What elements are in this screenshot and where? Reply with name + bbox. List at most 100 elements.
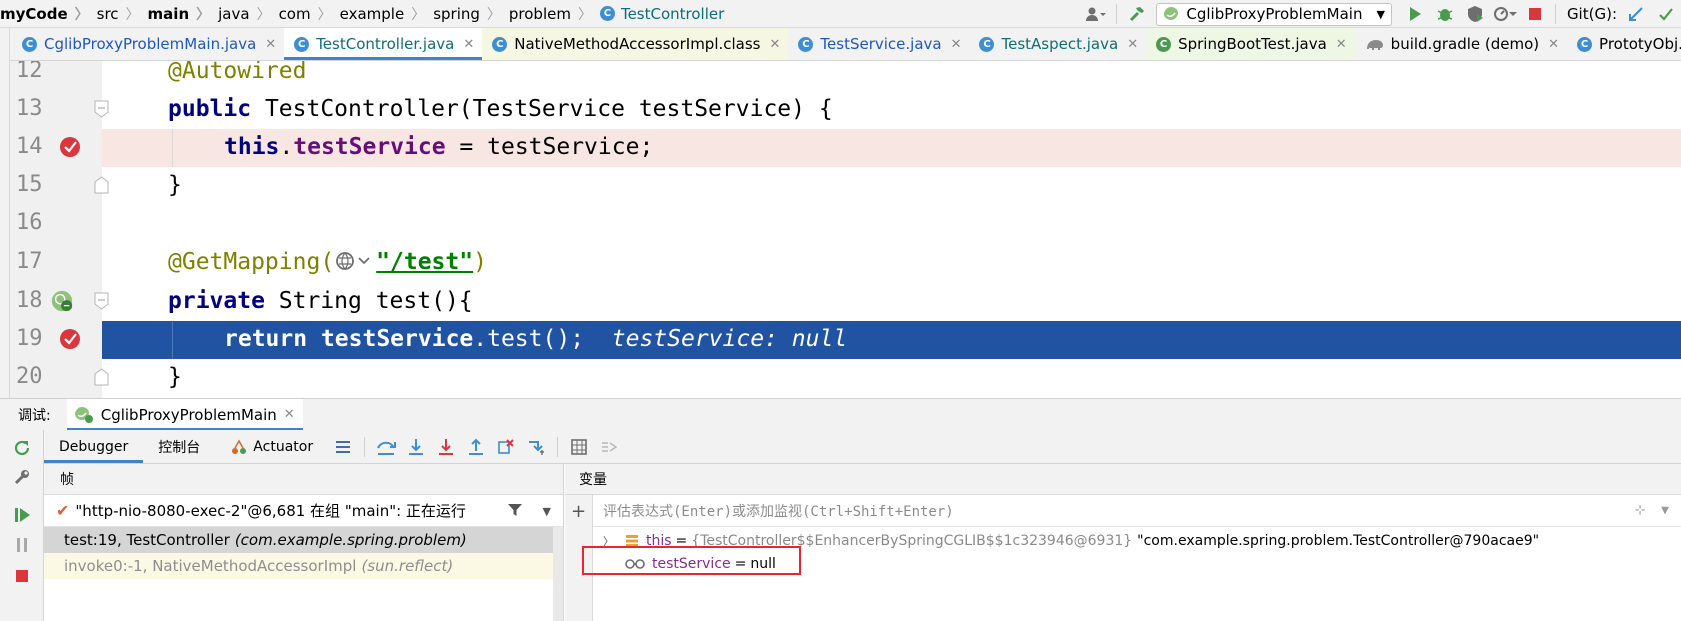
breadcrumb-main[interactable]: main 〉 bbox=[148, 4, 219, 24]
layout-menu-icon[interactable] bbox=[328, 430, 358, 463]
code-text: return testService.test(); testService: … bbox=[224, 326, 848, 352]
profiler-icon[interactable] bbox=[1493, 2, 1517, 26]
toolbar-separator bbox=[557, 437, 559, 457]
resume-icon[interactable] bbox=[12, 505, 32, 525]
tab-testservice[interactable]: C TestService.java ✕ bbox=[788, 28, 969, 60]
close-icon[interactable]: ✕ bbox=[1336, 37, 1347, 52]
tab-springboottest[interactable]: C SpringBootTest.java ✕ bbox=[1146, 28, 1355, 60]
code-line[interactable]: 17 @GetMapping("/test") bbox=[10, 244, 1681, 282]
code-text: @GetMapping("/test") bbox=[168, 249, 487, 275]
add-watch-icon[interactable]: + bbox=[571, 501, 586, 522]
indent-guide bbox=[172, 321, 173, 359]
web-endpoint-icon[interactable] bbox=[50, 289, 74, 313]
class-icon: C bbox=[294, 36, 310, 52]
navigation-bar: myCode 〉 src 〉 main 〉 java 〉 com 〉 example 〉 s… bbox=[0, 0, 1681, 28]
frame-item[interactable]: invoke0:-1, NativeMethodAccessorImpl (sun… bbox=[44, 553, 553, 579]
debug-tool-window-header: 调试: CglibProxyProblemMain ✕ bbox=[0, 398, 1681, 431]
close-icon[interactable]: ✕ bbox=[951, 37, 962, 52]
editor-tabs: C CglibProxyProblemMain.java ✕ C TestCon… bbox=[0, 28, 1681, 61]
breadcrumb-testcontroller[interactable]: C TestController bbox=[599, 5, 724, 23]
tab-build-gradle[interactable]: build.gradle (demo) ✕ bbox=[1355, 28, 1567, 60]
breadcrumb-com[interactable]: com 〉 bbox=[279, 4, 340, 24]
globe-icon[interactable] bbox=[334, 250, 376, 272]
code-line[interactable]: 12 @Autowired bbox=[10, 61, 1681, 91]
variables-title: 变量 bbox=[565, 464, 1681, 495]
code-line[interactable]: 20 } bbox=[10, 359, 1681, 397]
rerun-icon[interactable] bbox=[12, 438, 32, 458]
close-icon[interactable]: ✕ bbox=[463, 37, 474, 52]
step-out-icon[interactable] bbox=[461, 430, 491, 463]
pause-icon[interactable] bbox=[12, 535, 32, 555]
close-icon[interactable]: ✕ bbox=[265, 37, 276, 52]
breadcrumb-java[interactable]: java 〉 bbox=[218, 4, 278, 24]
class-icon: C bbox=[798, 36, 814, 52]
tab-prototyobj[interactable]: C PrototyObj... bbox=[1567, 28, 1681, 60]
run-to-cursor-icon[interactable] bbox=[521, 430, 551, 463]
breadcrumb-problem[interactable]: problem 〉 bbox=[509, 4, 600, 24]
breakpoint-icon[interactable] bbox=[58, 327, 82, 351]
git-label: Git(G): bbox=[1566, 5, 1617, 23]
code-text: this.testService = testService; bbox=[224, 134, 654, 160]
watch-options-icon[interactable]: ⊹ ▼ bbox=[1635, 503, 1669, 518]
user-icon[interactable] bbox=[1084, 2, 1108, 26]
evaluate-expression-icon[interactable] bbox=[564, 430, 594, 463]
git-commit-check-icon[interactable] bbox=[1654, 2, 1678, 26]
code-line[interactable]: 13 public TestController(TestService tes… bbox=[10, 91, 1681, 129]
breakpoint-icon[interactable] bbox=[58, 135, 82, 159]
code-line-execution-point[interactable]: 19 return testService.test(); testServic… bbox=[10, 321, 1681, 359]
class-icon: C bbox=[492, 36, 508, 52]
variables-panel: 变量 + 评估表达式(Enter)或添加监视(Ctrl+Shift+Enter)… bbox=[565, 464, 1681, 621]
tab-debugger[interactable]: Debugger bbox=[44, 430, 144, 463]
build-hammer-icon[interactable] bbox=[1125, 2, 1149, 26]
breadcrumb-example[interactable]: example 〉 bbox=[340, 4, 434, 24]
trace-stream-icon[interactable] bbox=[594, 430, 624, 463]
tab-testcontroller[interactable]: C TestController.java ✕ bbox=[284, 28, 483, 60]
frames-scrollbar[interactable] bbox=[553, 527, 563, 621]
code-line[interactable]: 18 private String test(){ bbox=[10, 283, 1681, 321]
evaluate-watch-input[interactable]: 评估表达式(Enter)或添加监视(Ctrl+Shift+Enter) ⊹ ▼ bbox=[593, 495, 1681, 527]
frame-item[interactable]: test:19, TestController (com.example.spri… bbox=[44, 527, 553, 553]
stop-icon[interactable] bbox=[1523, 2, 1547, 26]
debug-bug-icon[interactable] bbox=[1433, 2, 1457, 26]
code-editor[interactable]: 12 @Autowired 13 public TestController(T… bbox=[10, 61, 1681, 398]
step-over-icon[interactable] bbox=[371, 430, 401, 463]
chevron-down-icon: ▼ bbox=[1376, 7, 1385, 21]
code-line[interactable]: 16 bbox=[10, 205, 1681, 243]
line-number: 20 bbox=[16, 364, 43, 389]
close-icon[interactable]: ✕ bbox=[1127, 37, 1138, 52]
thread-selector[interactable]: ✔ "http-nio-8080-exec-2"@6,681 在组 "main"… bbox=[44, 495, 563, 527]
stop-icon[interactable] bbox=[12, 566, 32, 586]
step-into-icon[interactable] bbox=[401, 430, 431, 463]
coverage-shield-icon[interactable] bbox=[1463, 2, 1487, 26]
thread-running-check-icon: ✔ bbox=[56, 501, 70, 520]
git-update-icon[interactable] bbox=[1624, 2, 1648, 26]
breadcrumb-src[interactable]: src 〉 bbox=[97, 4, 148, 24]
code-text: private String test(){ bbox=[168, 288, 473, 314]
debug-label: 调试: bbox=[18, 407, 51, 424]
close-icon[interactable]: ✕ bbox=[1548, 37, 1559, 52]
close-icon[interactable]: ✕ bbox=[284, 407, 295, 422]
code-line[interactable]: 15 } bbox=[10, 167, 1681, 205]
breadcrumb-spring[interactable]: spring 〉 bbox=[433, 4, 509, 24]
drop-frame-icon[interactable] bbox=[491, 430, 521, 463]
filter-icon[interactable] bbox=[507, 502, 523, 518]
tab-actuator[interactable]: Actuator bbox=[215, 430, 328, 463]
tab-nativemethodaccessorimpl[interactable]: C NativeMethodAccessorImpl.class ✕ bbox=[482, 28, 789, 60]
run-configuration-select[interactable]: CglibProxyProblemMain ▼ bbox=[1156, 2, 1392, 26]
tab-console[interactable]: 控制台 bbox=[143, 430, 215, 463]
debugger-toolbar: Debugger 控制台 Actuator bbox=[44, 430, 1681, 464]
close-icon[interactable]: ✕ bbox=[770, 37, 781, 52]
line-number: 14 bbox=[16, 134, 43, 159]
tab-testaspect[interactable]: C TestAspect.java ✕ bbox=[969, 28, 1146, 60]
frames-panel: 帧 ✔ "http-nio-8080-exec-2"@6,681 在组 "mai… bbox=[44, 464, 564, 621]
debug-session-tab[interactable]: CglibProxyProblemMain ✕ bbox=[66, 398, 303, 431]
tab-cglibproxyproblemmain[interactable]: C CglibProxyProblemMain.java ✕ bbox=[0, 28, 284, 60]
run-icon[interactable] bbox=[1403, 2, 1427, 26]
force-step-into-icon[interactable] bbox=[431, 430, 461, 463]
chevron-down-icon[interactable]: ▼ bbox=[543, 505, 551, 518]
code-line-breakpoint[interactable]: 14 this.testService = testService; bbox=[10, 129, 1681, 167]
breadcrumb-project[interactable]: myCode 〉 bbox=[0, 4, 97, 24]
annotation-highlight-box bbox=[582, 546, 801, 575]
line-number: 18 bbox=[16, 288, 43, 313]
settings-wrench-icon[interactable] bbox=[12, 467, 32, 487]
